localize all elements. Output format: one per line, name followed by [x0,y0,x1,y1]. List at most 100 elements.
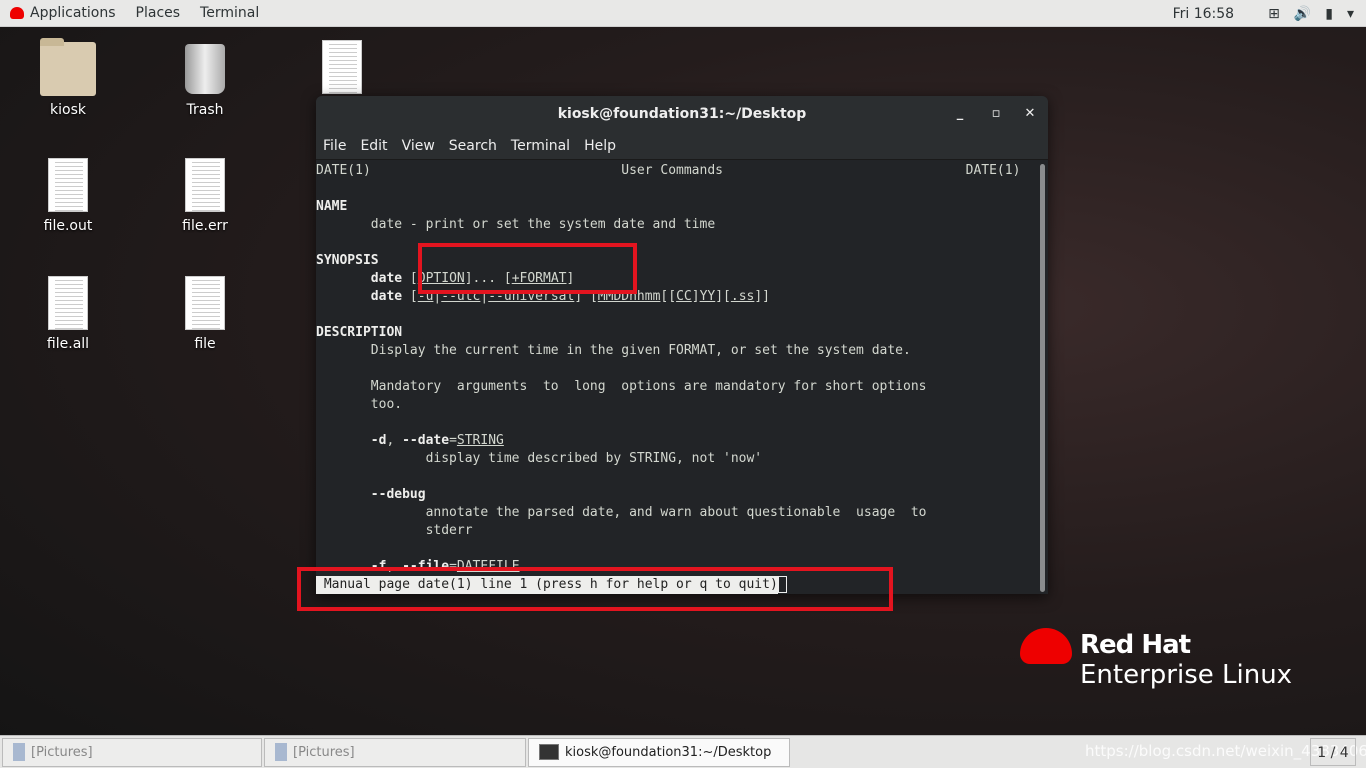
text-segment: [[ [660,289,677,304]
terminal-line: DATE(1) User Commands DATE(1) [316,162,1040,180]
terminal-line: date - print or set the system date and … [316,216,1040,234]
terminal-line: Mandatory arguments to long options are … [316,378,1040,396]
text-segment: --debug [370,487,426,502]
text-segment: stderr [316,523,473,538]
terminal-line: annotate the parsed date, and warn about… [316,504,1040,522]
places-menu[interactable]: Places [126,5,191,21]
text-segment: Display the current time in the given FO… [316,343,911,358]
maximize-button[interactable]: ▫ [984,96,1008,132]
document-icon [322,40,362,94]
scrollbar[interactable] [1040,164,1045,592]
text-segment: ]] [754,289,771,304]
highlight-box-status [297,567,893,611]
terminal-line: --debug [316,486,1040,504]
menu-edit[interactable]: Edit [353,138,394,154]
terminal-icon [539,744,559,760]
terminal-line: display time described by STRING, not 'n… [316,450,1040,468]
desktop-icon-trash[interactable]: Trash [155,42,255,118]
icon-label: file.out [43,218,93,234]
text-segment: .ss [730,289,755,304]
text-segment: CC [676,289,692,304]
text-segment: STRING [456,433,504,448]
icon-label: file.all [46,336,90,352]
document-icon [48,276,88,330]
task-terminal[interactable]: kiosk@foundation31:~/Desktop [528,737,790,767]
top-bar: Applications Places Terminal Fri 16:58 ⊞… [0,0,1366,27]
terminal-line: -d, --date=STRING [316,432,1040,450]
text-segment: = [449,433,457,448]
task-pictures-2[interactable]: [Pictures] [264,737,526,767]
clock[interactable]: Fri 16:58 [1173,6,1234,22]
text-segment: display time described by STRING, not 'n… [316,451,763,466]
text-segment: [ [402,289,418,304]
text-segment: too. [316,397,403,412]
trash-icon [185,44,225,94]
menu-search[interactable]: Search [442,138,504,154]
desktop-icon-file-err[interactable]: file.err [155,158,255,234]
menu-help[interactable]: Help [577,138,623,154]
network-icon[interactable]: ⊞ [1268,6,1280,22]
text-segment [316,271,371,286]
close-button[interactable]: ✕ [1018,96,1042,132]
desktop-icon-kiosk[interactable]: kiosk [18,38,118,118]
text-segment: annotate the parsed date, and warn about… [316,505,927,520]
terminal-line: DESCRIPTION [316,324,1040,342]
taskbar: [Pictures] [Pictures] kiosk@foundation31… [0,735,1366,768]
text-segment: DATE(1) User Commands DATE(1) [316,163,1021,178]
window-titlebar[interactable]: kiosk@foundation31:~/Desktop _ ▫ ✕ [316,96,1048,132]
terminal-line: stderr [316,522,1040,540]
task-pictures-1[interactable]: [Pictures] [2,737,262,767]
menu-bar: File Edit View Search Terminal Help [316,132,1048,160]
chevron-down-icon[interactable]: ▾ [1347,6,1354,22]
icon-label: file.err [182,218,228,234]
text-segment: [ [402,271,418,286]
applications-label: Applications [30,5,116,21]
text-segment: date - print or set the system date and … [316,217,716,232]
text-segment: Mandatory arguments to long options are … [316,379,927,394]
brand-line1: Red Hat [1080,630,1191,660]
highlight-box-synopsis [418,243,637,294]
task-label: [Pictures] [31,744,93,760]
menu-file[interactable]: File [316,138,353,154]
task-label: [Pictures] [293,744,355,760]
text-segment: ][ [715,289,731,304]
icon-label: kiosk [50,102,86,118]
text-segment: -d [370,433,387,448]
volume-icon[interactable]: 🔊 [1294,6,1311,22]
workspace-switcher[interactable]: 1 / 4 [1310,738,1356,766]
applications-menu[interactable]: Applications [0,5,126,21]
text-segment: YY [699,289,716,304]
terminal-menu[interactable]: Terminal [190,5,269,21]
text-segment [316,289,371,304]
desktop-icon-file-out[interactable]: file.out [18,158,118,234]
terminal-line: NAME [316,198,1040,216]
text-segment: NAME [316,199,348,214]
icon-label: Trash [186,102,224,118]
desktop-icon-file-all[interactable]: file.all [18,276,118,352]
desktop-icon-file[interactable]: file [155,276,255,352]
menu-terminal[interactable]: Terminal [504,138,577,154]
text-segment: --date [402,433,450,448]
text-segment: DESCRIPTION [316,325,403,340]
menu-view[interactable]: View [395,138,442,154]
document-icon [48,158,88,212]
terminal-output[interactable]: DATE(1) User Commands DATE(1) NAME date -… [316,162,1040,594]
text-segment: ] [691,289,700,304]
text-segment [316,487,371,502]
text-segment: date [370,271,403,286]
desktop-icon-document[interactable] [292,40,392,100]
terminal-window: kiosk@foundation31:~/Desktop _ ▫ ✕ File … [316,96,1048,594]
document-icon [185,158,225,212]
terminal-line: too. [316,396,1040,414]
battery-icon[interactable]: ▮ [1325,6,1333,22]
window-title: kiosk@foundation31:~/Desktop [557,106,807,122]
minimize-button[interactable]: _ [948,96,972,132]
text-segment: , [386,433,403,448]
terminal-line: Display the current time in the given FO… [316,342,1040,360]
